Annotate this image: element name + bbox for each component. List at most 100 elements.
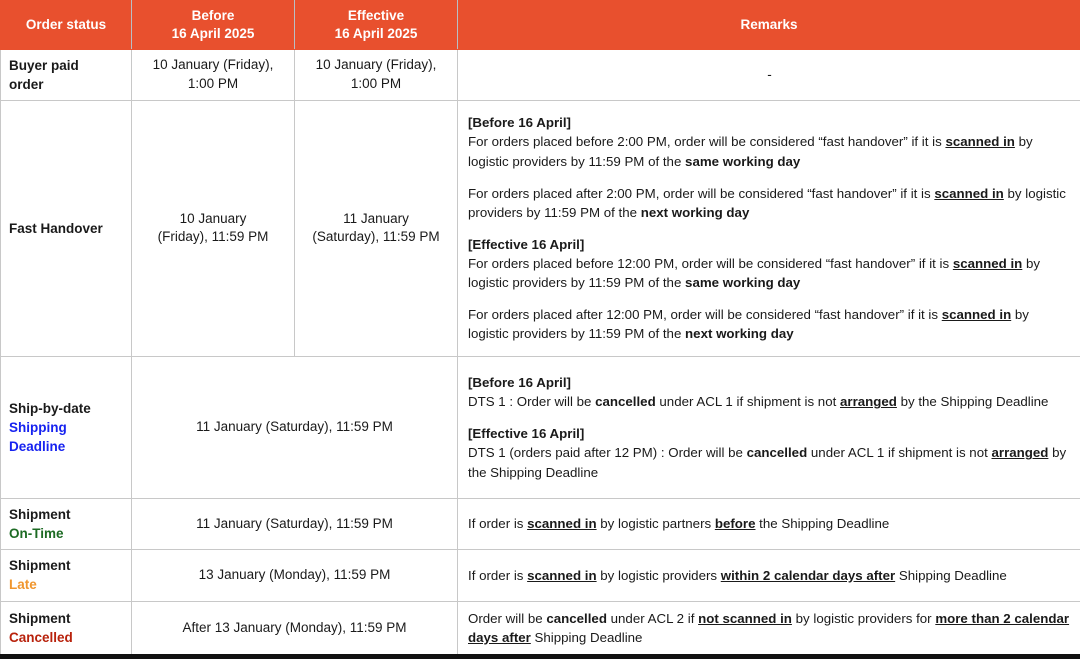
remarks-cancelled-emphasis: cancelled [546,611,607,626]
remarks-heading-effective: [Effective 16 April] [468,237,584,252]
remarks-before-p1-part-a: For orders placed before 2:00 PM, order … [468,134,945,149]
table-row: Shipment Cancelled After 13 January (Mon… [1,601,1080,657]
spacer [468,171,1071,184]
status-label-main: Shipment [9,507,71,522]
remarks-before-p1-emphasis: same working day [685,154,800,169]
table-row: Ship-by-date Shipping Deadline 11 Januar… [1,356,1080,498]
remarks-effective-p1-part-a: For orders placed before 12:00 PM, order… [468,256,953,271]
remarks-buyer-paid-order: - [458,49,1080,100]
remarks-ship-by-date: [Before 16 April] DTS 1 : Order will be … [458,356,1080,498]
remarks-before-part-b: under ACL 1 if shipment is not [656,394,840,409]
status-label-main: Ship-by-date [9,401,91,416]
table-row: Shipment On-Time 11 January (Saturday), … [1,498,1080,549]
remarks-before-part-c: by the Shipping Deadline [897,394,1049,409]
remarks-part-a: Order will be [468,611,546,626]
before-date-line1: 10 January [180,211,247,226]
order-status-policy-table: Order status Before 16 April 2025 Effect… [0,0,1080,659]
remarks-part-b: under ACL 2 if [607,611,698,626]
remarks-effective-part-b: under ACL 1 if shipment is not [807,445,991,460]
remarks-effective-arranged: arranged [992,445,1049,460]
before-date-line2: (Friday), 11:59 PM [158,229,269,244]
remarks-not-scanned-in: not scanned in [698,611,792,626]
before-date-line1: 10 January (Friday), [153,57,274,72]
effective-date-fast-handover: 11 January (Saturday), 11:59 PM [295,100,458,356]
remarks-scanned-in: scanned in [527,516,596,531]
remarks-shipment-late: If order is scanned in by logistic provi… [458,550,1080,601]
spacer [468,293,1071,306]
remarks-before-arranged: arranged [840,394,897,409]
table-header-row: Order status Before 16 April 2025 Effect… [1,1,1080,50]
spacer [468,411,1071,424]
remarks-before-p2-emphasis: next working day [641,205,750,220]
remarks-effective-p2-emphasis: next working day [685,326,794,341]
remarks-effective-p2-part-a: For orders placed after 12:00 PM, order … [468,307,942,322]
remarks-effective-p2-scanned-in: scanned in [942,307,1011,322]
remarks-before-part-a: DTS 1 : Order will be [468,394,595,409]
remarks-within-emphasis: within 2 calendar days after [721,568,895,583]
effective-date-line2: 1:00 PM [351,76,401,91]
status-shipment-late: Shipment Late [1,550,132,601]
remarks-before-p2-part-a: For orders placed after 2:00 PM, order w… [468,186,934,201]
status-fast-handover: Fast Handover [1,100,132,356]
remarks-before-p1-scanned-in: scanned in [945,134,1014,149]
table-row: Shipment Late 13 January (Monday), 11:59… [1,550,1080,601]
remarks-part-c: by logistic providers for [792,611,935,626]
before-date-line2: 1:00 PM [188,76,238,91]
column-header-before-line2: 16 April 2025 [172,26,255,41]
remarks-effective-part-a: DTS 1 (orders paid after 12 PM) : Order … [468,445,747,460]
merged-date-ship-by-date: 11 January (Saturday), 11:59 PM [132,356,458,498]
status-sublabel: Late [9,577,37,592]
remarks-before-emphasis: before [715,516,756,531]
remarks-effective-p1-emphasis: same working day [685,275,800,290]
remarks-heading-before: [Before 16 April] [468,115,571,130]
status-sublabel-line2: Deadline [9,439,65,454]
remarks-before-p2-scanned-in: scanned in [934,186,1003,201]
remarks-effective-p1-scanned-in: scanned in [953,256,1022,271]
status-shipment-cancelled: Shipment Cancelled [1,601,132,657]
merged-date-shipment-on-time: 11 January (Saturday), 11:59 PM [132,498,458,549]
column-header-effective-line2: 16 April 2025 [335,26,418,41]
remarks-shipment-cancelled: Order will be cancelled under ACL 2 if n… [458,601,1080,657]
table-row: Fast Handover 10 January (Friday), 11:59… [1,100,1080,356]
column-header-before: Before 16 April 2025 [132,1,295,50]
column-header-effective-line1: Effective [348,8,404,23]
remarks-heading-before: [Before 16 April] [468,375,571,390]
status-sublabel-line1: Shipping [9,420,67,435]
effective-date-line1: 10 January (Friday), [316,57,437,72]
remarks-before-cancelled: cancelled [595,394,656,409]
status-label-line1: Buyer paid [9,58,79,73]
status-ship-by-date: Ship-by-date Shipping Deadline [1,356,132,498]
before-date-buyer-paid-order: 10 January (Friday), 1:00 PM [132,49,295,100]
remarks-part-d: Shipping Deadline [531,630,643,645]
column-header-order-status: Order status [1,1,132,50]
remarks-part-b: by logistic partners [597,516,715,531]
status-label-main: Shipment [9,611,71,626]
remarks-part-a: If order is [468,568,527,583]
status-label-main: Shipment [9,558,71,573]
column-header-before-line1: Before [192,8,235,23]
effective-date-line1: 11 January [343,211,409,226]
column-header-effective: Effective 16 April 2025 [295,1,458,50]
status-buyer-paid-order: Buyer paid order [1,49,132,100]
remarks-scanned-in: scanned in [527,568,596,583]
effective-date-line2: (Saturday), 11:59 PM [312,229,439,244]
status-sublabel: Cancelled [9,630,73,645]
spacer [468,222,1071,235]
remarks-part-a: If order is [468,516,527,531]
remarks-fast-handover: [Before 16 April] For orders placed befo… [458,100,1080,356]
status-sublabel: On-Time [9,526,64,541]
effective-date-buyer-paid-order: 10 January (Friday), 1:00 PM [295,49,458,100]
remarks-part-c: the Shipping Deadline [755,516,889,531]
remarks-part-b: by logistic providers [597,568,721,583]
status-label-line2: order [9,77,44,92]
remarks-effective-cancelled: cancelled [747,445,808,460]
remarks-heading-effective: [Effective 16 April] [468,426,584,441]
status-shipment-on-time: Shipment On-Time [1,498,132,549]
merged-date-shipment-cancelled: After 13 January (Monday), 11:59 PM [132,601,458,657]
remarks-part-c: Shipping Deadline [895,568,1007,583]
before-date-fast-handover: 10 January (Friday), 11:59 PM [132,100,295,356]
table-row: Buyer paid order 10 January (Friday), 1:… [1,49,1080,100]
merged-date-shipment-late: 13 January (Monday), 11:59 PM [132,550,458,601]
remarks-shipment-on-time: If order is scanned in by logistic partn… [458,498,1080,549]
column-header-remarks: Remarks [458,1,1080,50]
